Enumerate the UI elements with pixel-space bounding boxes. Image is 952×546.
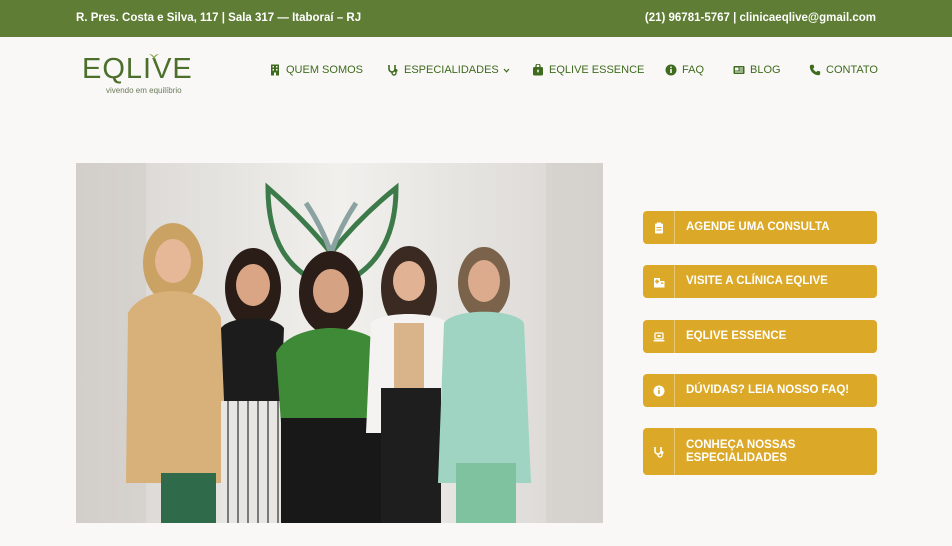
nav-item-eqlive-essence[interactable]: EQLIVE ESSENCE	[532, 63, 644, 77]
phone-icon	[809, 64, 821, 76]
clipboard-icon	[643, 211, 675, 244]
logo-wordmark: EQLIVE	[82, 53, 193, 85]
logo[interactable]: EQLIVE vivendo em equilíbrio	[82, 54, 212, 98]
info-icon	[665, 64, 677, 76]
leaf-icon	[149, 54, 159, 61]
nav-label: BLOG	[750, 64, 781, 76]
specialties-button[interactable]: CONHEÇA NOSSAS ESPECIALIDADES	[643, 428, 877, 475]
button-label-line-2: ESPECIALIDADES	[686, 451, 787, 464]
building-icon	[269, 64, 281, 76]
visit-clinic-button[interactable]: VISITE A CLÍNICA EQLIVE	[643, 265, 877, 298]
contact-text[interactable]: (21) 96781-5767 | clinicaeqlive@gmail.co…	[645, 12, 876, 24]
newspaper-icon	[733, 64, 745, 76]
team-photo	[76, 163, 603, 523]
schedule-appointment-button[interactable]: AGENDE UMA CONSULTA	[643, 211, 877, 244]
address-text: R. Pres. Costa e Silva, 117 | Sala 317 —…	[76, 12, 362, 24]
nav-item-quem-somos[interactable]: QUEM SOMOS	[269, 63, 363, 77]
stethoscope-icon	[387, 64, 399, 76]
nav-item-contato[interactable]: CONTATO	[809, 63, 878, 77]
eqlive-essence-button[interactable]: EQLIVE ESSENCE	[643, 320, 877, 353]
laptop-icon	[643, 320, 675, 353]
nav-item-faq[interactable]: FAQ	[665, 63, 704, 77]
nav-label: CONTATO	[826, 64, 878, 76]
faq-button[interactable]: DÚVIDAS? LEIA NOSSO FAQ!	[643, 374, 877, 407]
button-label: CONHEÇA NOSSAS ESPECIALIDADES	[675, 439, 795, 465]
stethoscope-icon	[643, 428, 675, 475]
button-label: EQLIVE ESSENCE	[686, 330, 787, 342]
top-info-bar: R. Pres. Costa e Silva, 117 | Sala 317 —…	[0, 0, 952, 37]
button-label: VISITE A CLÍNICA EQLIVE	[686, 275, 828, 287]
bag-icon	[532, 64, 544, 76]
person-2	[221, 248, 284, 523]
nav-label: ESPECIALIDADES	[404, 64, 499, 76]
info-icon	[643, 374, 675, 407]
button-label: AGENDE UMA CONSULTA	[686, 221, 830, 233]
nav-label: EQLIVE ESSENCE	[549, 64, 645, 76]
clinic-icon	[643, 265, 675, 298]
logo-tagline: vivendo em equilíbrio	[106, 86, 182, 95]
button-label: DÚVIDAS? LEIA NOSSO FAQ!	[686, 384, 850, 396]
chevron-down-icon	[503, 67, 510, 74]
nav-label: FAQ	[682, 64, 705, 76]
nav-label: QUEM SOMOS	[286, 64, 364, 76]
nav-item-especialidades[interactable]: ESPECIALIDADES	[387, 63, 510, 77]
button-label-line-1: CONHEÇA NOSSAS	[686, 438, 796, 451]
nav-item-blog[interactable]: BLOG	[733, 63, 781, 77]
